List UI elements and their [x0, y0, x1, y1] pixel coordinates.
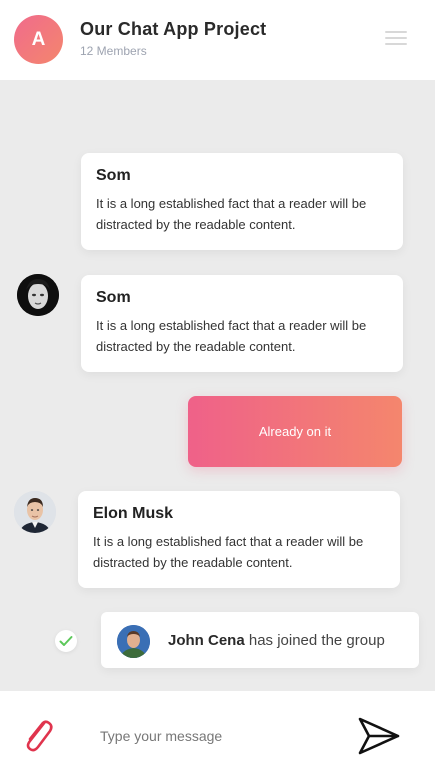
members-count: 12 Members — [80, 44, 147, 58]
send-icon[interactable] — [357, 714, 401, 758]
group-title: Our Chat App Project — [80, 19, 267, 39]
chat-header: A Our Chat App Project 12 Members — [0, 0, 435, 80]
hamburger-menu-icon[interactable] — [385, 31, 407, 47]
message-input[interactable] — [100, 722, 330, 750]
join-label: has joined the group — [248, 632, 385, 649]
join-text: John Cena has joined the group — [168, 632, 385, 649]
user-avatar[interactable] — [17, 274, 59, 316]
group-avatar[interactable]: A — [14, 15, 63, 64]
message-bubble: Som It is a long established fact that a… — [81, 275, 403, 372]
sender-name: Som — [96, 167, 131, 184]
user-avatar[interactable] — [14, 491, 56, 533]
own-message-bubble: Already on it — [188, 396, 402, 467]
message-text: It is a long established fact that a rea… — [96, 196, 367, 232]
sender-name: Elon Musk — [93, 505, 174, 522]
check-icon — [55, 630, 77, 652]
paperclip-icon[interactable] — [20, 714, 56, 756]
joined-user-name: John Cena — [168, 632, 245, 649]
sender-name: Som — [96, 289, 131, 306]
message-text: It is a long established fact that a rea… — [96, 318, 367, 354]
user-avatar[interactable] — [117, 625, 150, 658]
message-text: It is a long established fact that a rea… — [93, 534, 364, 570]
message-bubble: Som It is a long established fact that a… — [81, 153, 403, 250]
message-bubble: Elon Musk It is a long established fact … — [78, 491, 400, 588]
